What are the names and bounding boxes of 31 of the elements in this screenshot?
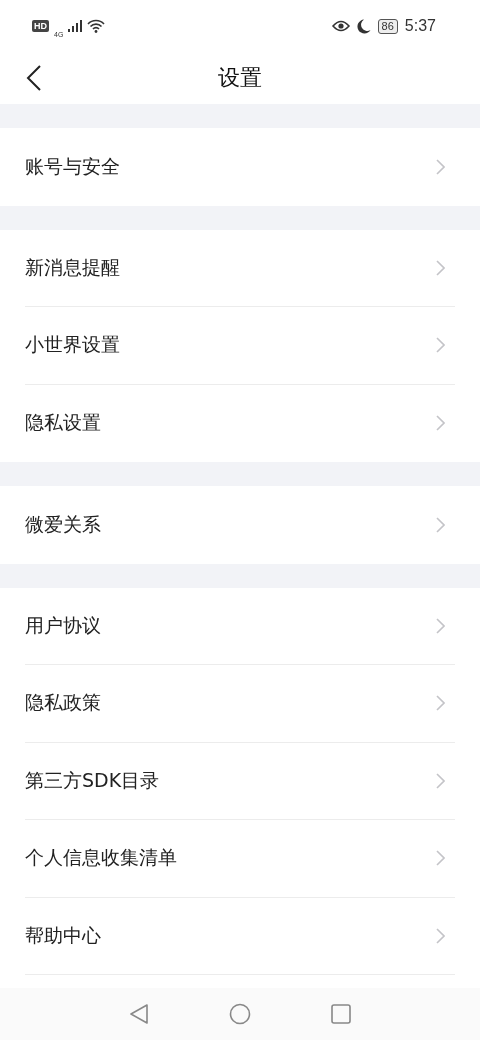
moon-icon <box>356 18 371 34</box>
home-nav-button[interactable] <box>229 1003 251 1025</box>
signal-icon <box>68 20 83 32</box>
settings-item[interactable]: 微爱关系 <box>25 486 455 564</box>
clock-time: 5:37 <box>404 17 436 35</box>
chevron-icon <box>436 695 445 712</box>
settings-item[interactable]: 隐私政策 <box>25 665 455 743</box>
wifi-icon <box>87 19 106 33</box>
settings-item[interactable]: 帮助中心 <box>25 897 455 975</box>
settings-item[interactable]: 第三方SDK目录 <box>25 742 455 820</box>
hd-indicator: HD <box>32 20 49 32</box>
chevron-icon <box>436 516 445 533</box>
settings-item[interactable]: 用户协议 <box>25 587 455 665</box>
chevron-icon <box>436 158 445 175</box>
eye-icon <box>331 20 350 32</box>
settings-item[interactable]: 个人信息收集清单 <box>25 820 455 898</box>
settings-item[interactable]: 小世界设置 <box>25 307 455 385</box>
chevron-icon <box>436 927 445 944</box>
chevron-icon <box>436 259 445 276</box>
recents-nav-button[interactable] <box>331 1004 351 1024</box>
back-nav-button[interactable] <box>129 1003 149 1025</box>
chevron-icon <box>436 617 445 634</box>
settings-item[interactable]: 新消息提醒 <box>25 229 455 307</box>
chevron-icon <box>436 415 445 432</box>
page-title: 设置 <box>218 64 262 92</box>
battery-level: 86 <box>377 18 398 34</box>
chevron-icon <box>436 850 445 867</box>
chevron-icon <box>436 772 445 789</box>
settings-item[interactable]: 账号与安全 <box>25 128 455 206</box>
chevron-icon <box>436 337 445 354</box>
settings-item[interactable]: 隐私设置 <box>25 384 455 462</box>
